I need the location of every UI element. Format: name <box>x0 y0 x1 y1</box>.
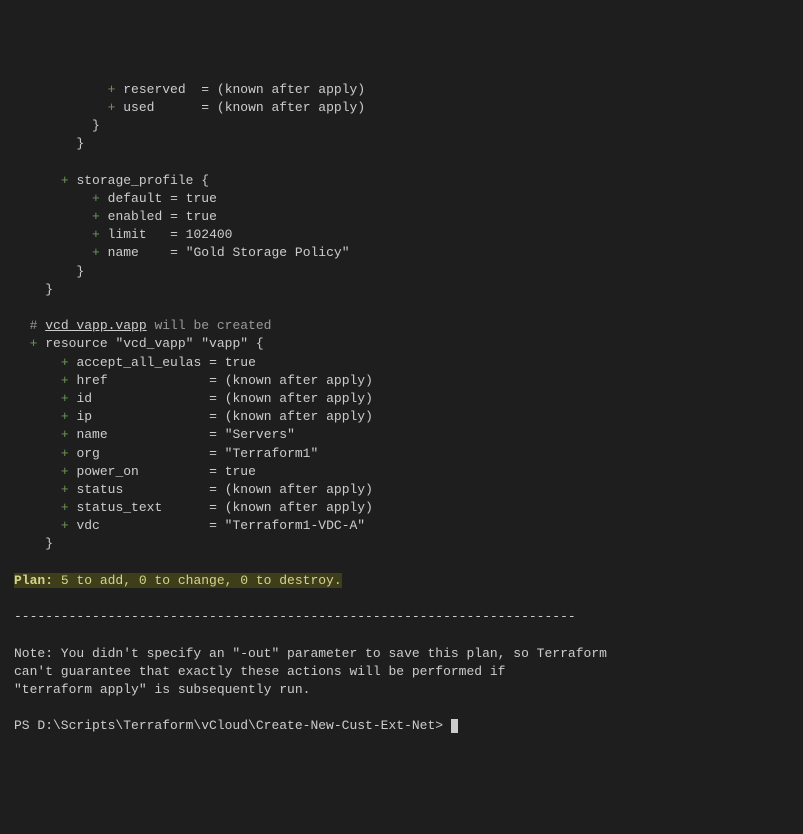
storage-line: + name = "Gold Storage Policy" <box>14 245 350 260</box>
plus-icon: + <box>61 391 69 406</box>
cursor-icon <box>451 719 458 733</box>
brace-close: } <box>14 536 53 551</box>
plus-icon: + <box>92 191 100 206</box>
vapp-line: + href = (known after apply) <box>14 373 373 388</box>
vapp-line: + status = (known after apply) <box>14 482 373 497</box>
plus-icon: + <box>61 500 69 515</box>
mem-line: + used = (known after apply) <box>14 100 365 115</box>
storage-block: + storage_profile { <box>14 173 209 188</box>
vapp-line: + ip = (known after apply) <box>14 409 373 424</box>
mem-line: + reserved = (known after apply) <box>14 82 365 97</box>
note-line: can't guarantee that exactly these actio… <box>14 664 505 679</box>
vapp-line: + vdc = "Terraform1-VDC-A" <box>14 518 365 533</box>
plus-icon: + <box>108 100 116 115</box>
plus-icon: + <box>61 446 69 461</box>
storage-line: + default = true <box>14 191 217 206</box>
brace-close: } <box>14 282 53 297</box>
terminal-output: + reserved = (known after apply) + used … <box>14 81 789 736</box>
plan-summary: Plan: 5 to add, 0 to change, 0 to destro… <box>14 573 342 588</box>
ps-prompt[interactable]: PS D:\Scripts\Terraform\vCloud\Create-Ne… <box>14 718 458 733</box>
plus-icon: + <box>61 173 69 188</box>
vapp-line: + name = "Servers" <box>14 427 295 442</box>
plus-icon: + <box>30 336 38 351</box>
plus-icon: + <box>92 209 100 224</box>
brace-close: } <box>14 136 84 151</box>
brace-close: } <box>14 264 84 279</box>
brace-close: } <box>14 118 100 133</box>
plus-icon: + <box>61 409 69 424</box>
vapp-line: + accept_all_eulas = true <box>14 355 256 370</box>
vapp-line: + org = "Terraform1" <box>14 446 318 461</box>
separator: ----------------------------------------… <box>14 609 576 624</box>
note-line: "terraform apply" is subsequently run. <box>14 682 310 697</box>
plus-icon: + <box>92 227 100 242</box>
resource-comment: # vcd_vapp.vapp will be created <box>14 318 271 333</box>
plus-icon: + <box>61 482 69 497</box>
storage-line: + enabled = true <box>14 209 217 224</box>
plus-icon: + <box>108 82 116 97</box>
storage-line: + limit = 102400 <box>14 227 232 242</box>
plus-icon: + <box>61 464 69 479</box>
vapp-line: + status_text = (known after apply) <box>14 500 373 515</box>
vapp-line: + id = (known after apply) <box>14 391 373 406</box>
plus-icon: + <box>61 355 69 370</box>
resource-header: + resource "vcd_vapp" "vapp" { <box>14 336 264 351</box>
plus-icon: + <box>92 245 100 260</box>
plus-icon: + <box>61 518 69 533</box>
plus-icon: + <box>61 373 69 388</box>
plus-icon: + <box>61 427 69 442</box>
note-line: Note: You didn't specify an "-out" param… <box>14 646 607 661</box>
vapp-line: + power_on = true <box>14 464 256 479</box>
